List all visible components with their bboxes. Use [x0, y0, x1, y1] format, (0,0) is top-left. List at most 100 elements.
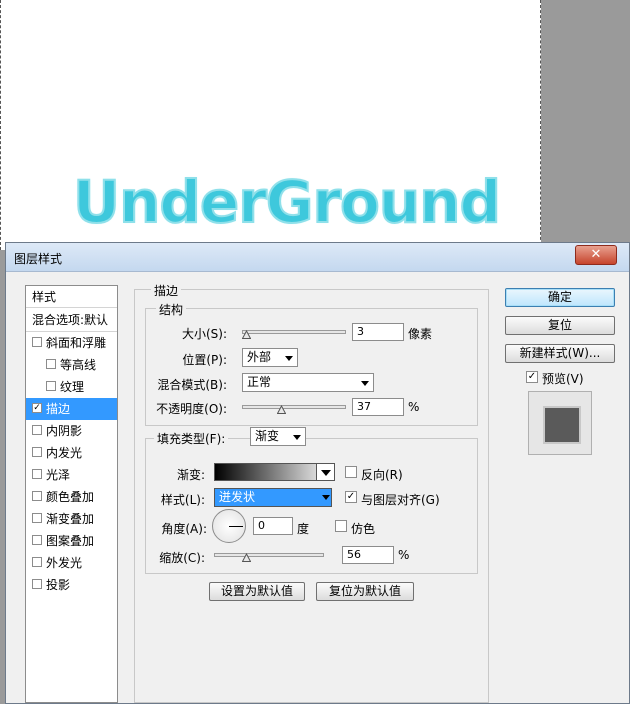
- close-icon: ✕: [590, 247, 602, 262]
- opacity-unit: %: [408, 400, 420, 414]
- style-item-checkbox[interactable]: ✓: [32, 403, 42, 413]
- fill-type-dropdown[interactable]: 渐变: [250, 427, 306, 446]
- blend-options-label: 混合选项:默认: [32, 313, 109, 327]
- opacity-slider-thumb[interactable]: [277, 405, 287, 414]
- blend-mode-dropdown[interactable]: 正常: [242, 373, 374, 392]
- opacity-slider[interactable]: [242, 405, 346, 409]
- opacity-input[interactable]: 37: [352, 398, 404, 416]
- style-item-checkbox[interactable]: [32, 491, 42, 501]
- reverse-label: 反向(R): [361, 468, 403, 482]
- reverse-checkbox[interactable]: [345, 466, 357, 478]
- chevron-down-icon: [322, 495, 330, 500]
- dialog-titlebar[interactable]: 图层样式 ✕: [6, 243, 629, 272]
- chevron-down-icon: [361, 381, 369, 386]
- style-preview: [528, 391, 592, 455]
- style-item-label: 光泽: [46, 468, 71, 482]
- workspace-background: [541, 0, 630, 250]
- styles-list-header[interactable]: 样式: [26, 286, 117, 308]
- fill-type-label: 填充类型(F):: [154, 430, 229, 447]
- style-item[interactable]: 渐变叠加: [26, 508, 117, 530]
- style-item[interactable]: 内阴影: [26, 420, 117, 442]
- preview-checkbox[interactable]: ✓: [526, 371, 538, 383]
- style-item-checkbox[interactable]: [32, 513, 42, 523]
- style-item-checkbox[interactable]: [32, 425, 42, 435]
- style-item[interactable]: ✓ 描边: [26, 398, 117, 420]
- stroke-group-title: 描边: [151, 282, 182, 299]
- style-item-label: 纹理: [60, 380, 85, 394]
- slider-thumb-icon: [242, 330, 251, 339]
- ok-button[interactable]: 确定: [505, 288, 615, 307]
- style-item[interactable]: 斜面和浮雕: [26, 332, 117, 354]
- canvas-text-art: UnderGround: [72, 167, 502, 237]
- style-item-label: 内阴影: [46, 424, 83, 438]
- document-canvas: UnderGround: [0, 0, 541, 250]
- layer-style-dialog: 图层样式 ✕ 样式 混合选项:默认 斜面和浮雕等高线纹理 ✓ 描边内阴影内发光光泽颜…: [5, 242, 630, 704]
- style-item-checkbox[interactable]: [32, 579, 42, 589]
- angle-needle-icon: [229, 526, 243, 527]
- style-label: 样式(L):: [160, 493, 205, 507]
- align-with-layer-label: 与图层对齐(G): [361, 493, 440, 507]
- angle-dial[interactable]: [212, 509, 246, 543]
- style-item-checkbox[interactable]: [46, 359, 56, 369]
- style-item[interactable]: 等高线: [26, 354, 117, 376]
- set-default-button[interactable]: 设置为默认值: [209, 582, 305, 601]
- preview-label: 预览(V): [542, 372, 584, 386]
- size-slider-thumb[interactable]: [242, 330, 251, 339]
- style-item[interactable]: 颜色叠加: [26, 486, 117, 508]
- style-item[interactable]: 光泽: [26, 464, 117, 486]
- style-item-label: 内发光: [46, 446, 83, 460]
- style-item-checkbox[interactable]: [32, 337, 42, 347]
- dither-checkbox[interactable]: [335, 520, 347, 532]
- reset-button[interactable]: 复位: [505, 316, 615, 335]
- size-unit: 像素: [408, 327, 433, 341]
- scale-slider[interactable]: [214, 553, 324, 557]
- position-dropdown[interactable]: 外部: [242, 348, 298, 367]
- gradient-label: 渐变:: [176, 468, 205, 482]
- styles-list: 样式 混合选项:默认 斜面和浮雕等高线纹理 ✓ 描边内阴影内发光光泽颜色叠加渐变叠加…: [25, 285, 118, 703]
- scale-slider-thumb[interactable]: [242, 553, 252, 562]
- style-item-label: 图案叠加: [46, 534, 95, 548]
- blend-options-item[interactable]: 混合选项:默认: [26, 308, 117, 332]
- chevron-down-icon: [293, 435, 301, 440]
- stroke-group: 描边 结构 大小(S): 3 像素 位置(P): 外部 混合模式(B): 正常 …: [134, 282, 489, 703]
- style-item-checkbox[interactable]: [32, 447, 42, 457]
- size-input[interactable]: 3: [352, 323, 404, 341]
- slider-thumb-icon: [277, 405, 287, 414]
- style-item-label: 描边: [46, 402, 71, 416]
- position-value: 外部: [247, 350, 272, 364]
- style-item[interactable]: 投影: [26, 574, 117, 596]
- style-item-checkbox[interactable]: [32, 469, 42, 479]
- structure-fieldset: 结构 大小(S): 3 像素 位置(P): 外部 混合模式(B): 正常 不透明…: [145, 301, 478, 426]
- opacity-label: 不透明度(O):: [156, 402, 227, 416]
- style-item-label: 斜面和浮雕: [46, 336, 107, 350]
- scale-input[interactable]: 56: [342, 546, 394, 564]
- styles-header-label: 样式: [32, 290, 57, 304]
- style-item-label: 投影: [46, 578, 71, 592]
- style-item[interactable]: 内发光: [26, 442, 117, 464]
- close-button[interactable]: ✕: [575, 245, 617, 265]
- style-item[interactable]: 图案叠加: [26, 530, 117, 552]
- style-item-label: 渐变叠加: [46, 512, 95, 526]
- size-slider[interactable]: [242, 330, 346, 334]
- chevron-down-icon: [285, 356, 293, 361]
- dither-label: 仿色: [351, 522, 376, 536]
- style-item[interactable]: 纹理: [26, 376, 117, 398]
- scale-label: 缩放(C):: [159, 551, 205, 565]
- gradient-style-dropdown[interactable]: 迸发状: [214, 488, 332, 507]
- style-item-checkbox[interactable]: [32, 535, 42, 545]
- angle-label: 角度(A):: [161, 522, 207, 536]
- style-item[interactable]: 外发光: [26, 552, 117, 574]
- slider-thumb-icon: [242, 553, 252, 562]
- style-item-checkbox[interactable]: [46, 381, 56, 391]
- fill-type-value: 渐变: [255, 429, 280, 443]
- style-item-checkbox[interactable]: [32, 557, 42, 567]
- reset-default-button[interactable]: 复位为默认值: [316, 582, 414, 601]
- blend-mode-label: 混合模式(B):: [157, 378, 227, 392]
- gradient-picker-button[interactable]: [316, 463, 335, 481]
- angle-input[interactable]: 0: [253, 517, 293, 535]
- dialog-title: 图层样式: [14, 252, 63, 266]
- style-item-label: 等高线: [60, 358, 97, 372]
- angle-unit: 度: [297, 522, 310, 536]
- align-with-layer-checkbox[interactable]: ✓: [345, 491, 357, 503]
- new-style-button[interactable]: 新建样式(W)...: [505, 344, 615, 363]
